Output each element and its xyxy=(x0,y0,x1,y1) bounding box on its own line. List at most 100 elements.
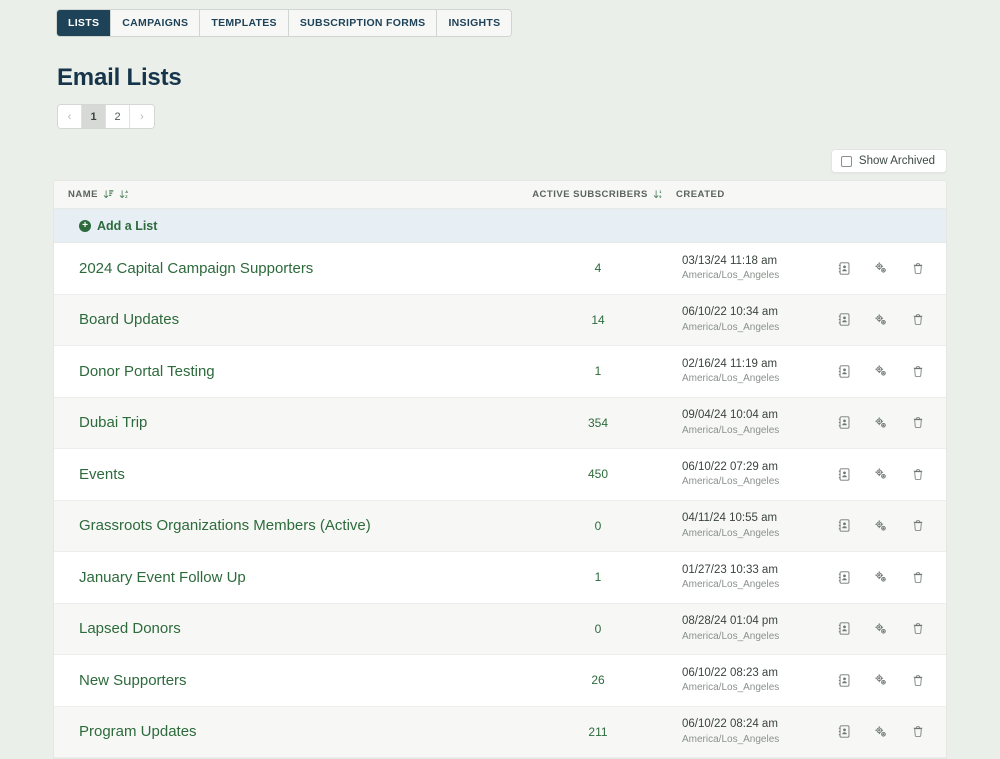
tab-lists[interactable]: LISTS xyxy=(57,10,112,36)
svg-text:A: A xyxy=(125,190,128,194)
pagination-page-2[interactable]: 2 xyxy=(106,105,130,128)
trash-icon[interactable] xyxy=(910,260,926,276)
created-date: 09/04/24 10:04 am xyxy=(682,409,778,422)
created-date: 06/10/22 08:23 am xyxy=(682,666,778,679)
trash-icon[interactable] xyxy=(910,363,926,379)
settings-cogs-icon[interactable] xyxy=(873,363,889,379)
trash-icon[interactable] xyxy=(910,415,926,431)
settings-cogs-icon[interactable] xyxy=(873,415,889,431)
created-timezone: America/Los_Angeles xyxy=(682,270,780,282)
created-cell: 06/10/22 08:24 am America/Los_Angeles xyxy=(676,717,836,746)
trash-icon[interactable] xyxy=(910,724,926,740)
show-archived-label: Show Archived xyxy=(858,155,935,167)
list-name-link[interactable]: Program Updates xyxy=(68,723,520,740)
contacts-icon[interactable] xyxy=(836,518,852,534)
settings-cogs-icon[interactable] xyxy=(873,569,889,585)
settings-cogs-icon[interactable] xyxy=(873,260,889,276)
table-row[interactable]: Dubai Trip 354 09/04/24 10:04 am America/Lo… xyxy=(54,397,946,449)
table-row[interactable]: Events 450 06/10/22 07:29 am America/Los_An… xyxy=(54,449,946,501)
table-row[interactable]: Grassroots Organizations Members (Active… xyxy=(54,500,946,552)
svg-text:9: 9 xyxy=(659,195,661,199)
table-row[interactable]: Board Updates 14 06/10/22 10:34 am America/… xyxy=(54,294,946,346)
contacts-icon[interactable] xyxy=(836,312,852,328)
contacts-icon[interactable] xyxy=(836,672,852,688)
created-cell: 02/16/24 11:19 am America/Los_Angeles xyxy=(676,357,836,386)
created-timezone: America/Los_Angeles xyxy=(682,476,780,488)
column-header-created[interactable]: CREATED xyxy=(676,189,932,200)
list-name-link[interactable]: January Event Follow Up xyxy=(68,569,520,586)
table-row[interactable]: New Supporters 26 06/10/22 08:23 am America… xyxy=(54,655,946,707)
pagination-page-1[interactable]: 1 xyxy=(82,105,106,128)
created-cell: 08/28/24 01:04 pm America/Los_Angeles xyxy=(676,614,836,643)
pagination: ‹ 1 2 › xyxy=(58,105,154,128)
trash-icon[interactable] xyxy=(910,621,926,637)
show-archived-toggle[interactable]: Show Archived xyxy=(830,149,947,173)
add-a-list-row[interactable]: + Add a List xyxy=(54,209,946,243)
table-row[interactable]: 2024 Capital Campaign Supporters 4 03/13/2… xyxy=(54,243,946,295)
trash-icon[interactable] xyxy=(910,569,926,585)
sort-amount-icon[interactable] xyxy=(103,189,114,200)
settings-cogs-icon[interactable] xyxy=(873,518,889,534)
created-timezone: America/Los_Angeles xyxy=(682,321,780,333)
list-name-link[interactable]: Events xyxy=(68,466,520,483)
tab-insights[interactable]: INSIGHTS xyxy=(437,10,512,36)
created-cell: 04/11/24 10:55 am America/Los_Angeles xyxy=(676,511,836,540)
column-header-created-label: CREATED xyxy=(676,189,725,200)
list-name-link[interactable]: New Supporters xyxy=(68,672,520,689)
created-cell: 03/13/24 11:18 am America/Los_Angeles xyxy=(676,254,836,283)
table-row[interactable]: January Event Follow Up 1 01/27/23 10:33 a… xyxy=(54,552,946,604)
list-name-link[interactable]: Dubai Trip xyxy=(68,414,520,431)
tab-campaigns[interactable]: CAMPAIGNS xyxy=(111,10,201,36)
list-name-link[interactable]: Lapsed Donors xyxy=(68,620,520,637)
list-name-link[interactable]: Board Updates xyxy=(68,311,520,328)
trash-icon[interactable] xyxy=(910,312,926,328)
row-actions xyxy=(836,415,932,431)
settings-cogs-icon[interactable] xyxy=(873,724,889,740)
contacts-icon[interactable] xyxy=(836,724,852,740)
table-row[interactable]: Lapsed Donors 0 08/28/24 01:04 pm America/L… xyxy=(54,603,946,655)
list-name-link[interactable]: 2024 Capital Campaign Supporters xyxy=(68,260,520,277)
sort-numeric-icon[interactable]: 19 xyxy=(653,189,664,200)
row-actions xyxy=(836,621,932,637)
settings-cogs-icon[interactable] xyxy=(873,312,889,328)
trash-icon[interactable] xyxy=(910,518,926,534)
row-actions xyxy=(836,569,932,585)
settings-cogs-icon[interactable] xyxy=(873,621,889,637)
trash-icon[interactable] xyxy=(910,672,926,688)
active-subscribers-count: 0 xyxy=(594,621,602,636)
row-actions xyxy=(836,466,932,482)
add-a-list-label: Add a List xyxy=(97,218,158,233)
list-name-link[interactable]: Grassroots Organizations Members (Active… xyxy=(68,517,520,534)
created-timezone: America/Los_Angeles xyxy=(682,733,780,745)
contacts-icon[interactable] xyxy=(836,415,852,431)
tab-subscription-forms[interactable]: SUBSCRIPTION FORMS xyxy=(288,10,438,36)
table-row[interactable]: Donor Portal Testing 1 02/16/24 11:19 am Am… xyxy=(54,346,946,398)
list-name-link[interactable]: Donor Portal Testing xyxy=(68,363,520,380)
created-timezone: America/Los_Angeles xyxy=(682,424,780,436)
contacts-icon[interactable] xyxy=(836,466,852,482)
checkbox-unchecked-icon[interactable] xyxy=(840,155,852,167)
pagination-prev: ‹ xyxy=(58,105,82,128)
settings-cogs-icon[interactable] xyxy=(873,466,889,482)
settings-cogs-icon[interactable] xyxy=(873,672,889,688)
contacts-icon[interactable] xyxy=(836,260,852,276)
created-timezone: America/Los_Angeles xyxy=(682,527,780,539)
contacts-icon[interactable] xyxy=(836,569,852,585)
created-date: 06/10/22 07:29 am xyxy=(682,460,778,473)
created-timezone: America/Los_Angeles xyxy=(682,630,780,642)
created-cell: 06/10/22 07:29 am America/Los_Angeles xyxy=(676,460,836,489)
created-cell: 06/10/22 10:34 am America/Los_Angeles xyxy=(676,305,836,334)
contacts-icon[interactable] xyxy=(836,621,852,637)
sort-alpha-icon[interactable]: AZ xyxy=(119,189,130,200)
tab-templates[interactable]: TEMPLATES xyxy=(200,10,289,36)
contacts-icon[interactable] xyxy=(836,363,852,379)
trash-icon[interactable] xyxy=(910,466,926,482)
column-header-name[interactable]: NAME AZ xyxy=(68,189,520,200)
table-row[interactable]: Program Updates 211 06/10/22 08:24 am Ameri… xyxy=(54,706,946,758)
created-cell: 01/27/23 10:33 am America/Los_Angeles xyxy=(676,563,836,592)
created-timezone: America/Los_Angeles xyxy=(682,682,780,694)
add-a-list-button[interactable]: + Add a List xyxy=(79,219,157,233)
row-actions xyxy=(836,260,932,276)
page-title: Email Lists xyxy=(57,64,182,91)
column-header-active-subscribers[interactable]: ACTIVE SUBSCRIBERS 19 xyxy=(520,189,676,200)
